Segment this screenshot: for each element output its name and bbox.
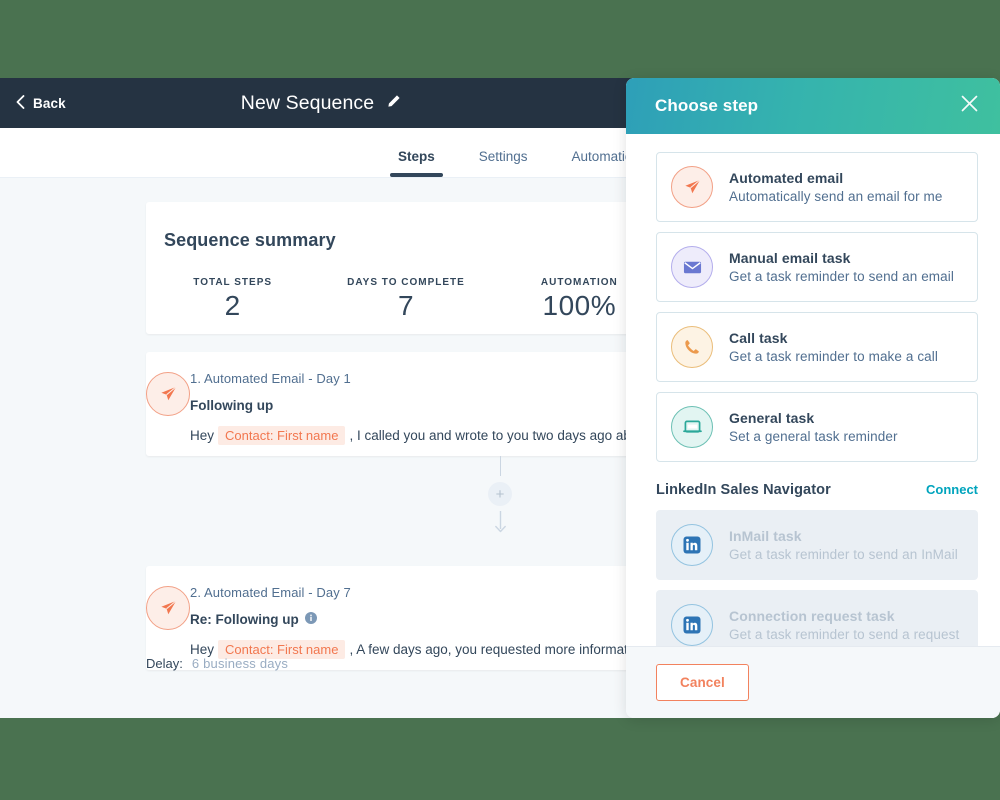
tab-steps-label: Steps	[398, 149, 435, 164]
option-desc: Get a task reminder to send a request	[729, 627, 960, 642]
sequence-editor-window: Back New Sequence Steps Settings Automat…	[0, 78, 642, 718]
option-text: Call task Get a task reminder to make a …	[729, 330, 938, 364]
arrow-down-icon	[494, 511, 507, 538]
step-body: 1. Automated Email - Day 1 Following up …	[190, 370, 642, 445]
personalization-token[interactable]: Contact: First name	[218, 426, 346, 445]
choose-step-panel: Choose step Automated email Automaticall…	[626, 78, 1000, 718]
panel-header: Choose step	[626, 78, 1000, 134]
option-desc: Get a task reminder to send an InMail	[729, 547, 958, 562]
back-label: Back	[33, 95, 66, 111]
step-option-automated-email[interactable]: Automated email Automatically send an em…	[656, 152, 978, 222]
tab-steps[interactable]: Steps	[376, 149, 457, 177]
connector-line	[499, 456, 501, 476]
screen: Back New Sequence Steps Settings Automat…	[0, 0, 1000, 800]
linkedin-section-header: LinkedIn Sales Navigator Connect	[656, 482, 978, 498]
sequence-summary-card: Sequence summary TOTAL STEPS 2 DAYS TO C…	[146, 202, 642, 334]
option-text: Automated email Automatically send an em…	[729, 170, 943, 204]
back-button[interactable]: Back	[0, 94, 66, 112]
step-option-general-task[interactable]: General task Set a general task reminder	[656, 392, 978, 462]
preview-suffix: , I called you and wrote to you two days…	[349, 428, 642, 443]
option-title: Connection request task	[729, 608, 895, 624]
preview-prefix: Hey	[190, 642, 215, 657]
stat-total-steps: TOTAL STEPS 2	[146, 277, 319, 322]
linkedin-connect-link[interactable]: Connect	[926, 482, 978, 497]
cancel-button[interactable]: Cancel	[656, 664, 749, 701]
preview-suffix: , A few days ago, you requested more inf…	[349, 642, 642, 657]
stat-value: 100%	[542, 290, 617, 321]
step-option-manual-email-task[interactable]: Manual email task Get a task reminder to…	[656, 232, 978, 302]
linkedin-icon	[671, 604, 713, 646]
tabbar: Steps Settings Automation	[0, 128, 642, 178]
step-preview-text: Hey Contact: First name , I called you a…	[190, 426, 642, 445]
option-title: InMail task	[729, 528, 802, 544]
chevron-left-icon	[16, 94, 25, 112]
task-icon	[671, 406, 713, 448]
page-title: New Sequence	[240, 91, 375, 114]
window-title-group: New Sequence	[0, 92, 642, 115]
step-connector: +	[0, 456, 642, 548]
option-title: Call task	[729, 330, 788, 346]
option-text: General task Set a general task reminder	[729, 410, 898, 444]
preview-prefix: Hey	[190, 428, 215, 443]
window-topbar: Back New Sequence	[0, 78, 642, 128]
option-desc: Get a task reminder to make a call	[729, 349, 938, 364]
option-text: Manual email task Get a task reminder to…	[729, 250, 954, 284]
delay-label: Delay:	[146, 656, 183, 671]
option-desc: Get a task reminder to send an email	[729, 269, 954, 284]
tab-settings-label: Settings	[478, 149, 528, 164]
option-title: General task	[729, 410, 815, 426]
close-icon[interactable]	[961, 95, 978, 117]
step-subject: Re: Following up	[190, 612, 642, 627]
step-option-inmail-task: InMail task Get a task reminder to send …	[656, 510, 978, 580]
step-meta: 2. Automated Email - Day 7	[190, 585, 351, 600]
step-meta: 1. Automated Email - Day 1	[190, 371, 351, 386]
steps-content: Sequence summary TOTAL STEPS 2 DAYS TO C…	[0, 178, 642, 718]
panel-footer: Cancel	[626, 646, 1000, 718]
option-desc: Automatically send an email for me	[729, 189, 943, 204]
stat-automation: AUTOMATION 100%	[493, 277, 642, 322]
step-card[interactable]: 1. Automated Email - Day 1 Following up …	[146, 352, 642, 456]
linkedin-icon	[671, 524, 713, 566]
option-desc: Set a general task reminder	[729, 429, 898, 444]
summary-title: Sequence summary	[164, 230, 336, 250]
info-icon[interactable]	[304, 612, 317, 627]
step-subject: Following up	[190, 398, 642, 413]
step-option-call-task[interactable]: Call task Get a task reminder to make a …	[656, 312, 978, 382]
stat-days-to-complete: DAYS TO COMPLETE 7	[319, 277, 492, 322]
step-icon-wrap	[146, 584, 190, 648]
paper-plane-icon	[146, 586, 190, 630]
phone-icon	[671, 326, 713, 368]
paper-plane-icon	[146, 372, 190, 416]
option-title: Automated email	[729, 170, 844, 186]
stat-label: AUTOMATION	[540, 277, 618, 288]
option-text: InMail task Get a task reminder to send …	[729, 528, 958, 562]
pencil-icon[interactable]	[387, 94, 401, 113]
step-icon-wrap	[146, 370, 190, 434]
linkedin-section-title: LinkedIn Sales Navigator	[656, 482, 831, 498]
step-subject-text: Re: Following up	[190, 612, 299, 627]
stat-value: 7	[397, 290, 415, 321]
paper-plane-icon	[671, 166, 713, 208]
tab-settings[interactable]: Settings	[457, 149, 550, 177]
step-card[interactable]: 2. Automated Email - Day 7 Re: Following…	[146, 566, 642, 670]
envelope-icon	[671, 246, 713, 288]
summary-stats: TOTAL STEPS 2 DAYS TO COMPLETE 7 AUTOMAT…	[146, 277, 642, 322]
step-option-connection-request-task: Connection request task Get a task remin…	[656, 590, 978, 646]
step-subject-text: Following up	[190, 398, 274, 413]
step-body: 2. Automated Email - Day 7 Re: Following…	[190, 584, 642, 659]
panel-body: Automated email Automatically send an em…	[626, 134, 1000, 646]
panel-title: Choose step	[655, 96, 759, 115]
option-title: Manual email task	[729, 250, 851, 266]
add-step-button[interactable]: +	[488, 482, 512, 506]
delay-value[interactable]: 6 business days	[192, 656, 288, 671]
delay-row: Delay: 6 business days	[146, 656, 288, 671]
stat-label: TOTAL STEPS	[193, 277, 273, 288]
stat-value: 2	[224, 290, 241, 321]
stat-label: DAYS TO COMPLETE	[347, 277, 465, 288]
option-text: Connection request task Get a task remin…	[729, 608, 959, 642]
